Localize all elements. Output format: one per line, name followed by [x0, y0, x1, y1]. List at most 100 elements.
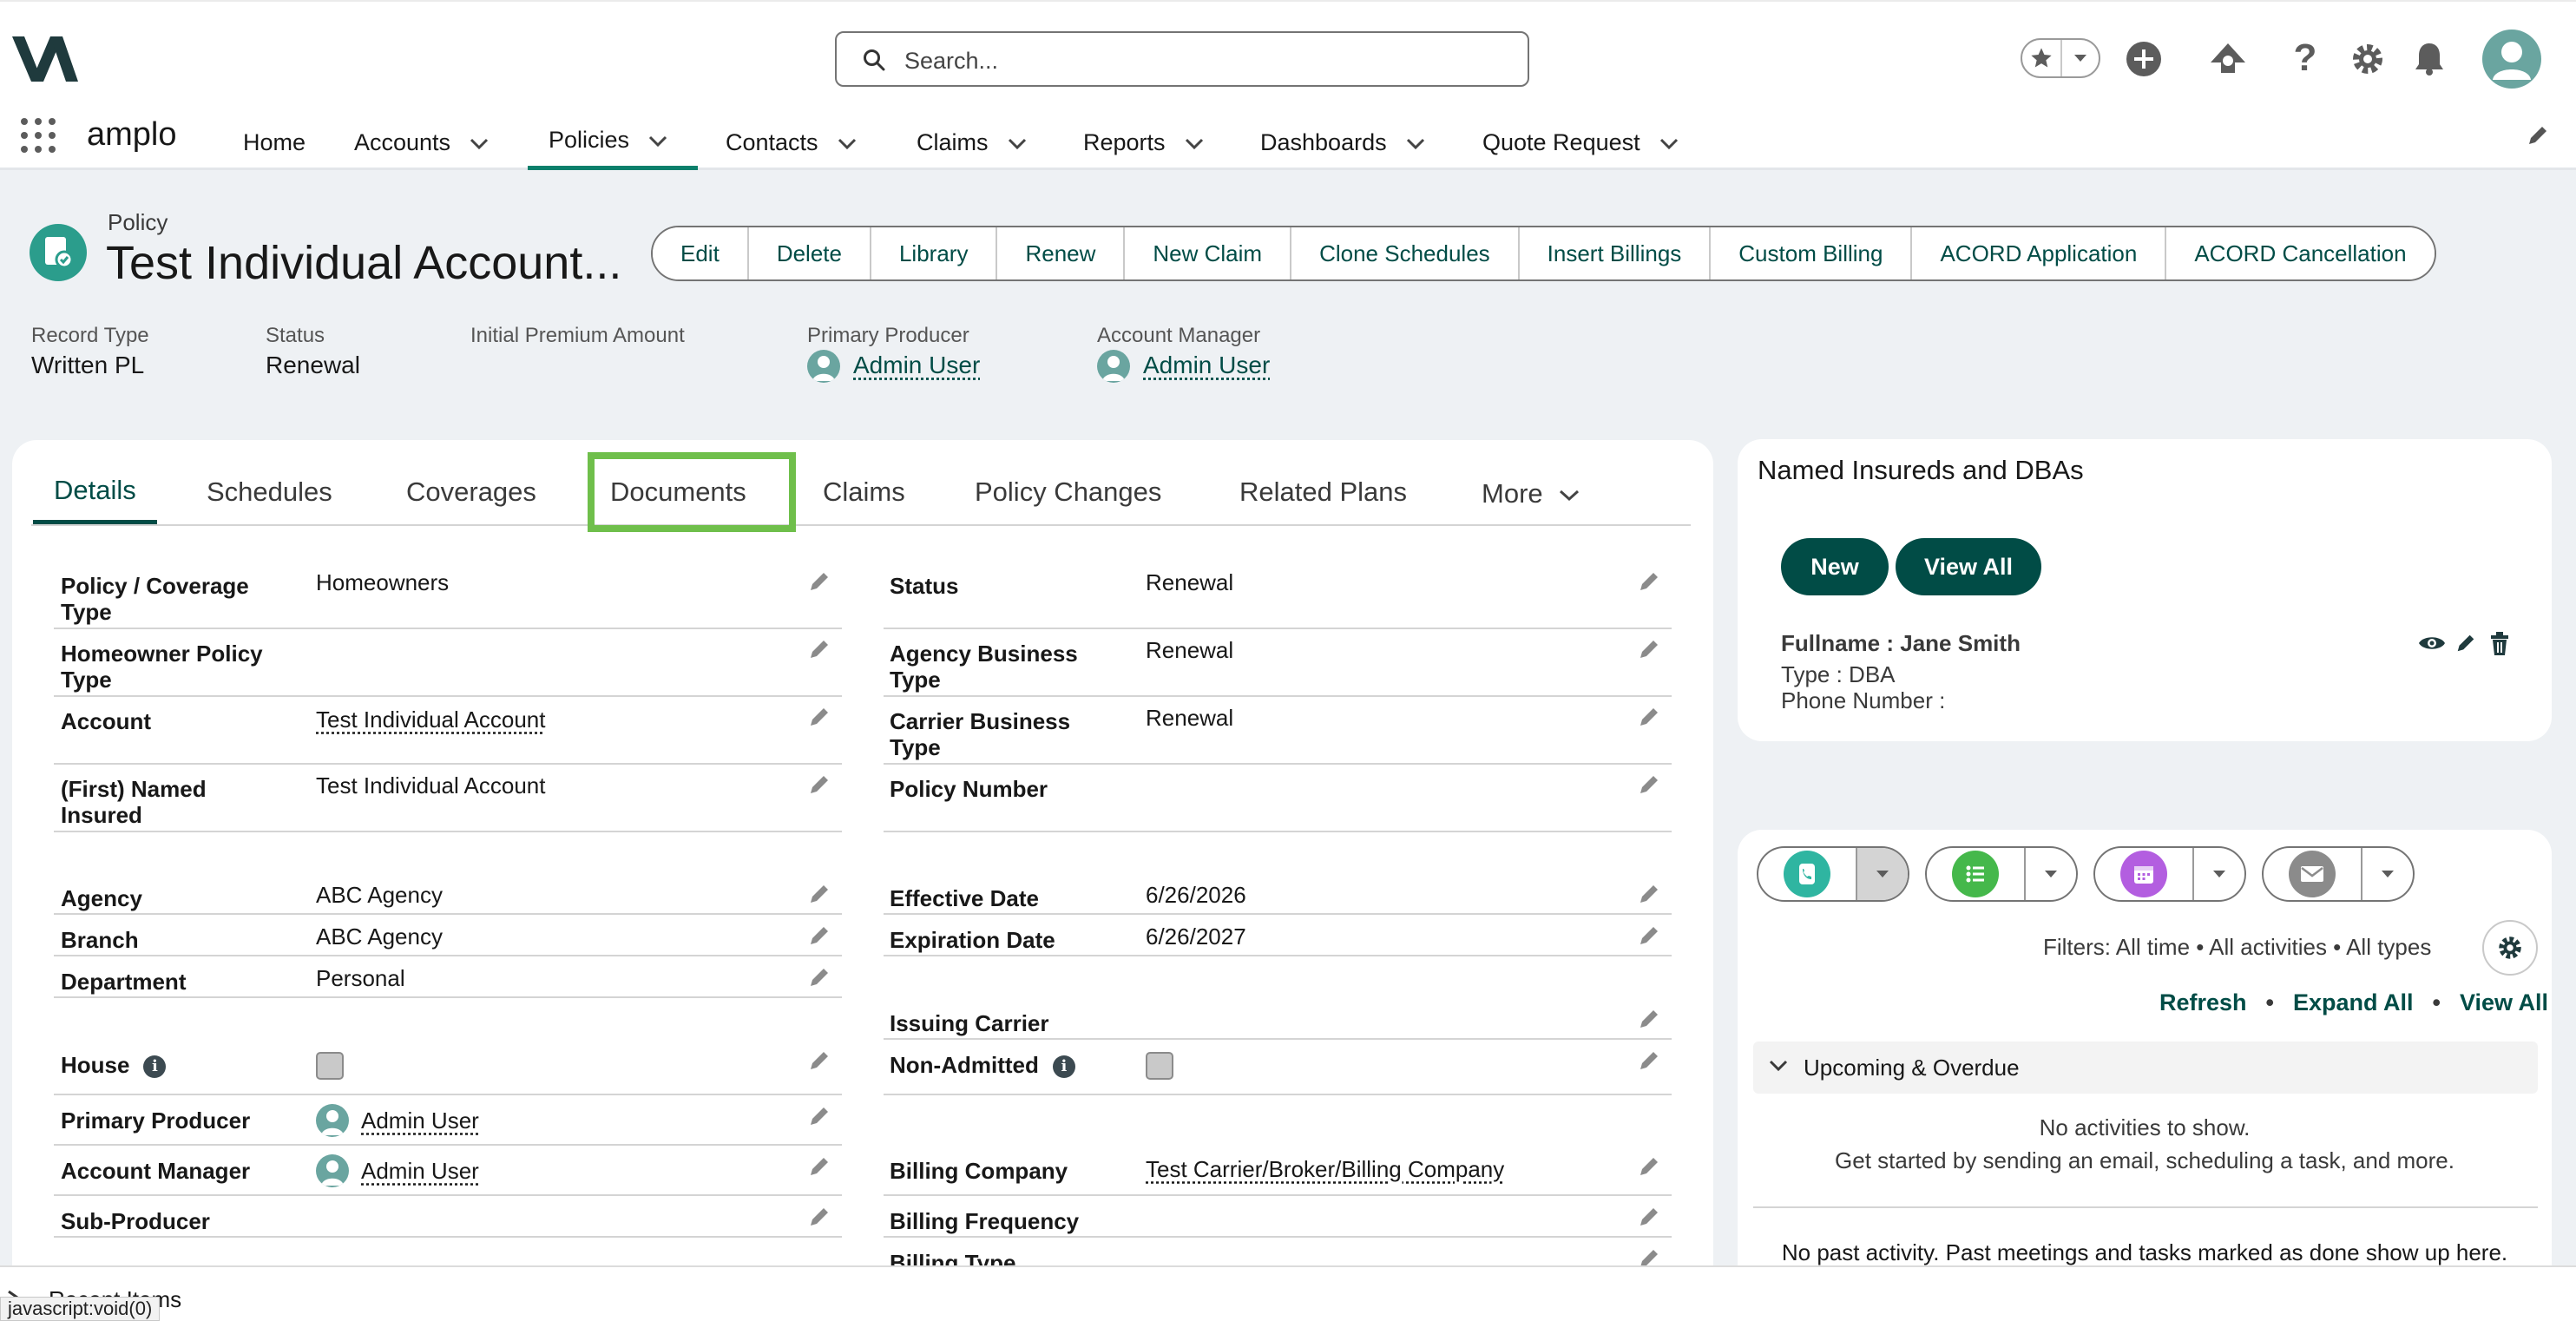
- tab-details[interactable]: Details: [33, 460, 157, 524]
- edit-pencil-icon[interactable]: [807, 772, 831, 797]
- edit-pencil-icon[interactable]: [2454, 632, 2477, 659]
- delete-button[interactable]: Delete: [748, 227, 871, 279]
- chevron-down-icon[interactable]: [1008, 129, 1027, 156]
- acord-application-button[interactable]: ACORD Application: [1912, 227, 2167, 279]
- chevron-down-icon[interactable]: [1185, 129, 1204, 156]
- info-icon[interactable]: i: [1052, 1055, 1075, 1079]
- insert-billings-button[interactable]: Insert Billings: [1519, 227, 1712, 279]
- edit-pencil-icon[interactable]: [807, 965, 831, 989]
- log-call-menu[interactable]: [1857, 848, 1908, 900]
- chevron-down-icon[interactable]: [1406, 129, 1425, 156]
- edit-pencil-icon[interactable]: [807, 1154, 831, 1179]
- delete-trash-icon[interactable]: [2489, 632, 2510, 660]
- tab-schedules[interactable]: Schedules: [207, 460, 332, 524]
- nav-item-claims[interactable]: Claims: [917, 115, 1027, 170]
- billing-company-link[interactable]: Test Carrier/Broker/Billing Company: [1146, 1156, 1504, 1183]
- edit-pencil-icon[interactable]: [1637, 1154, 1661, 1179]
- favorites-group[interactable]: [2021, 38, 2100, 78]
- new-task-button[interactable]: [1927, 848, 2026, 900]
- edit-pencil-icon[interactable]: [807, 569, 831, 594]
- edit-pencil-icon[interactable]: [807, 637, 831, 661]
- field-divider: [884, 763, 1672, 765]
- edit-pencil-icon[interactable]: [807, 1104, 831, 1128]
- field-divider: [54, 913, 842, 915]
- tab-coverages[interactable]: Coverages: [406, 460, 536, 524]
- account-manager-field-link[interactable]: Admin User: [361, 1158, 479, 1185]
- edit-pencil-icon[interactable]: [807, 705, 831, 729]
- edit-nav-pencil-icon[interactable]: [2526, 123, 2550, 152]
- app-logo[interactable]: [12, 36, 78, 82]
- new-named-insured-button[interactable]: New: [1781, 538, 1889, 595]
- chevron-down-icon[interactable]: [470, 129, 489, 156]
- favorites-menu-icon[interactable]: [2062, 40, 2099, 76]
- status-label: Status: [266, 324, 325, 347]
- view-all-named-insureds-button[interactable]: View All: [1896, 538, 2041, 595]
- edit-pencil-icon[interactable]: [1637, 923, 1661, 948]
- house-checkbox[interactable]: [316, 1052, 344, 1080]
- nav-item-home[interactable]: Home: [243, 115, 306, 170]
- setup-gear-icon[interactable]: [2349, 40, 2387, 78]
- email-menu[interactable]: [2362, 848, 2413, 900]
- nav-item-reports[interactable]: Reports: [1083, 115, 1204, 170]
- edit-pencil-icon[interactable]: [1637, 705, 1661, 729]
- edit-button[interactable]: Edit: [653, 227, 749, 279]
- new-task-menu[interactable]: [2026, 848, 2076, 900]
- tab-label: More: [1482, 478, 1543, 509]
- chevron-down-icon[interactable]: [1659, 129, 1679, 156]
- activity-settings-gear-icon[interactable]: [2482, 920, 2538, 976]
- nav-item-quote-request[interactable]: Quote Request: [1482, 115, 1679, 170]
- edit-pencil-icon[interactable]: [1637, 1048, 1661, 1073]
- nav-item-accounts[interactable]: Accounts: [354, 115, 489, 170]
- chevron-down-icon[interactable]: [838, 129, 857, 156]
- email-button[interactable]: [2264, 848, 2362, 900]
- new-event-button[interactable]: [2095, 848, 2194, 900]
- renew-button[interactable]: Renew: [997, 227, 1126, 279]
- edit-pencil-icon[interactable]: [807, 923, 831, 948]
- tab-related-plans[interactable]: Related Plans: [1239, 460, 1407, 524]
- edit-pencil-icon[interactable]: [807, 882, 831, 906]
- new-event-menu[interactable]: [2194, 848, 2244, 900]
- non-admitted-checkbox[interactable]: [1146, 1052, 1173, 1080]
- tab-more[interactable]: More: [1482, 462, 1580, 526]
- expand-all-link[interactable]: Expand All: [2293, 989, 2414, 1016]
- notifications-bell-icon[interactable]: [2411, 40, 2448, 78]
- add-icon[interactable]: [2125, 40, 2163, 78]
- help-icon[interactable]: ?: [2288, 36, 2323, 80]
- nav-item-policies[interactable]: Policies: [528, 115, 698, 170]
- upcoming-overdue-section[interactable]: Upcoming & Overdue: [1753, 1042, 2538, 1094]
- search-input[interactable]: [904, 43, 1512, 78]
- field-divider: [884, 695, 1672, 697]
- account-manager-link[interactable]: Admin User: [1143, 352, 1270, 379]
- edit-pencil-icon[interactable]: [1637, 772, 1661, 797]
- nav-item-contacts[interactable]: Contacts: [726, 115, 857, 170]
- favorites-star-icon[interactable]: [2022, 40, 2062, 76]
- edit-pencil-icon[interactable]: [1637, 1205, 1661, 1229]
- user-avatar[interactable]: [2482, 30, 2541, 89]
- info-icon[interactable]: i: [143, 1055, 167, 1079]
- edit-pencil-icon[interactable]: [1637, 637, 1661, 661]
- edit-pencil-icon[interactable]: [1637, 882, 1661, 906]
- account-link[interactable]: Test Individual Account: [316, 707, 546, 733]
- edit-pencil-icon[interactable]: [807, 1048, 831, 1073]
- view-all-activities-link[interactable]: View All: [2460, 989, 2548, 1016]
- new-claim-button[interactable]: New Claim: [1125, 227, 1292, 279]
- custom-billing-button[interactable]: Custom Billing: [1711, 227, 1913, 279]
- edit-pencil-icon[interactable]: [807, 1205, 831, 1229]
- library-button[interactable]: Library: [871, 227, 998, 279]
- log-call-button[interactable]: [1758, 848, 1857, 900]
- chevron-down-icon[interactable]: [648, 127, 667, 154]
- acord-cancellation-button[interactable]: ACORD Cancellation: [2166, 227, 2435, 279]
- tab-policy-changes[interactable]: Policy Changes: [975, 460, 1161, 524]
- nav-item-dashboards[interactable]: Dashboards: [1260, 115, 1425, 170]
- primary-producer-field-link[interactable]: Admin User: [361, 1107, 479, 1134]
- tab-claims[interactable]: Claims: [823, 460, 905, 524]
- edit-pencil-icon[interactable]: [1637, 1007, 1661, 1031]
- global-search[interactable]: [835, 31, 1529, 87]
- trailhead-icon[interactable]: [2208, 40, 2248, 78]
- clone-schedules-button[interactable]: Clone Schedules: [1291, 227, 1520, 279]
- view-eye-icon[interactable]: [2418, 634, 2446, 657]
- primary-producer-link[interactable]: Admin User: [853, 352, 980, 379]
- app-launcher-icon[interactable]: [19, 116, 57, 154]
- edit-pencil-icon[interactable]: [1637, 569, 1661, 594]
- refresh-link[interactable]: Refresh: [2159, 989, 2247, 1016]
